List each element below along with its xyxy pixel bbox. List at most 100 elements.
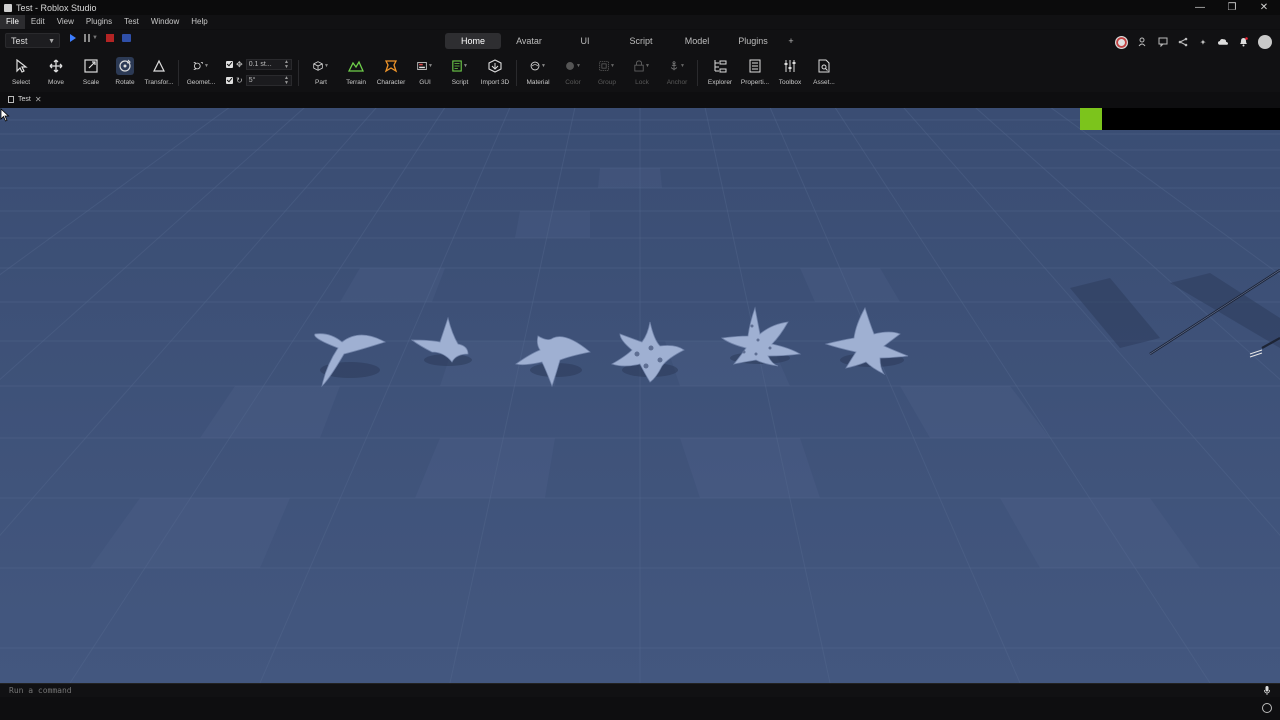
cursor-icon [13,58,29,74]
terrain-tool-label: Terrain [346,79,366,86]
cube-icon: ▼ [313,58,329,74]
group-tool[interactable]: ▼ Group [590,54,624,86]
script-tool[interactable]: ▼ Script [443,54,477,86]
tab-model[interactable]: Model [669,33,725,49]
select-tool-label: Select [11,79,31,86]
properties-tool[interactable]: Properti... [738,54,772,86]
move-snap-icon: ✥ [236,60,243,69]
gui-tool-label: GUI [419,79,431,86]
menu-bar: File Edit View Plugins Test Window Help [0,15,1280,29]
properties-tool-label: Properti... [740,79,770,86]
rotate-snap-checkbox[interactable] [226,77,233,84]
move-snap-field[interactable]: 0.1 st... ▲ ▼ [245,59,292,70]
group-icon: ▼ [599,58,615,74]
close-button[interactable]: ✕ [1248,0,1280,15]
lock-tool-label: Lock [635,79,649,86]
rotate-snap-field[interactable]: 5° ▲ ▼ [245,75,292,86]
terrain-tool[interactable]: Terrain [339,54,373,86]
status-indicator-icon[interactable] [1262,703,1272,713]
anchor-tool[interactable]: ▼ Anchor [660,54,694,86]
tab-script[interactable]: Script [613,33,669,49]
3d-viewport[interactable] [0,108,1280,683]
rotate-tool[interactable]: Rotate [108,54,142,86]
toolbar-separator [516,60,517,86]
sparkle-icon[interactable]: ✦ [1198,37,1208,47]
material-tool-label: Material [526,79,550,86]
record-icon[interactable] [1115,35,1128,49]
geometry-icon: ▼ [193,58,209,74]
menu-plugins[interactable]: Plugins [80,15,118,29]
ribbon-tab-row: Test ▼ ▼ Home Avatar UI Script Model Plu… [0,30,1280,52]
terrain-icon [348,58,364,74]
document-icon [8,96,14,103]
pause-icon[interactable] [84,34,90,42]
add-tab-button[interactable]: + [781,33,801,49]
doc-tab-test[interactable]: Test ✕ [8,94,42,105]
tab-ui[interactable]: UI [557,33,613,49]
gui-tool[interactable]: ▼ GUI [408,54,442,86]
minimize-button[interactable]: — [1184,0,1216,15]
menu-view[interactable]: View [51,15,80,29]
material-icon: ▼ [530,58,546,74]
toolbox-tool[interactable]: Toolbox [773,54,807,86]
command-input[interactable] [9,686,609,695]
play-icon[interactable] [70,34,76,42]
close-icon[interactable]: ✕ [35,95,42,104]
command-bar [0,683,1280,697]
menu-edit[interactable]: Edit [25,15,51,29]
color-tool[interactable]: ▼ Color [556,54,590,86]
anchor-tool-label: Anchor [666,79,688,86]
camera-icon[interactable] [121,34,131,42]
cloud-icon[interactable] [1218,37,1228,47]
character-tool[interactable]: Character [374,54,408,86]
menu-help[interactable]: Help [185,15,213,29]
tab-avatar[interactable]: Avatar [501,33,557,49]
transform-icon [151,58,167,74]
part-tool[interactable]: ▼ Part [304,54,338,86]
test-mode-value: Test [11,36,28,46]
material-tool[interactable]: ▼ Material [521,54,555,86]
color-icon: ▼ [565,58,581,74]
geometry-tool[interactable]: ▼ Geomet... [184,54,218,86]
stepper-icon[interactable]: ▲ ▼ [284,60,289,70]
scale-tool[interactable]: Scale [74,54,108,86]
explorer-icon [712,58,728,74]
explorer-tool[interactable]: Explorer [703,54,737,86]
stepper-icon[interactable]: ▲ ▼ [284,76,289,86]
move-snap-checkbox[interactable] [226,61,233,68]
asset-manager-tool-label: Asset... [813,79,835,86]
toolbar-separator [178,60,179,86]
toolbox-tool-label: Toolbox [778,79,802,86]
microphone-icon[interactable] [1264,686,1270,695]
character-tool-label: Character [376,79,406,86]
select-tool[interactable]: Select [4,54,38,86]
rotate-tool-label: Rotate [115,79,135,86]
tab-home[interactable]: Home [445,33,501,49]
top-right-cluster: ✦ [1115,35,1272,49]
transform-tool[interactable]: Transfor... [142,54,176,86]
roblox-studio-icon [4,3,12,12]
user-avatar[interactable] [1258,35,1272,49]
notification-bell-icon[interactable] [1238,37,1248,47]
share-icon[interactable] [1178,37,1188,47]
chevron-down-icon: ▼ [48,38,55,45]
maximize-button[interactable]: ❐ [1216,0,1248,15]
performance-overlay [1080,108,1280,130]
menu-file[interactable]: File [0,15,25,29]
test-mode-dropdown[interactable]: Test ▼ [5,33,60,48]
menu-test[interactable]: Test [118,15,145,29]
tab-plugins[interactable]: Plugins [725,33,781,49]
asset-manager-tool[interactable]: Asset... [807,54,841,86]
lock-tool[interactable]: ▼ Lock [625,54,659,86]
move-tool[interactable]: Move [39,54,73,86]
chat-icon[interactable] [1158,37,1168,47]
document-tab-bar: Test ✕ [0,92,1280,107]
title-bar: Test - Roblox Studio — ❐ ✕ [0,0,1280,15]
add-friend-icon[interactable] [1138,37,1148,47]
stop-icon[interactable] [105,34,114,42]
status-bar [0,697,1280,720]
chevron-down-icon[interactable]: ▼ [92,35,98,41]
group-tool-label: Group [597,79,617,86]
import-3d-tool[interactable]: Import 3D [478,54,512,86]
menu-window[interactable]: Window [145,15,185,29]
